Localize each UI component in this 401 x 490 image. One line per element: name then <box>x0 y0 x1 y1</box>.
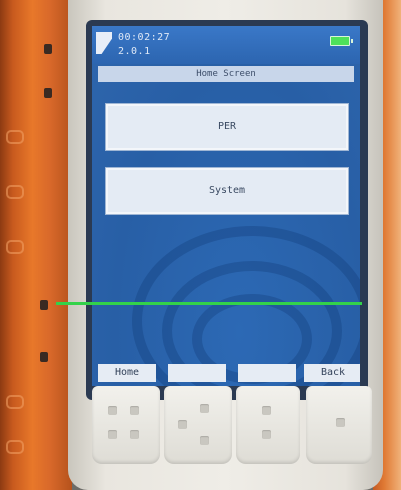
softkey-label-3[interactable] <box>238 364 296 382</box>
system-button[interactable]: System <box>106 168 348 214</box>
casing-ridge <box>6 440 24 454</box>
battery-icon <box>330 36 353 46</box>
casing-ridge <box>6 240 24 254</box>
soft-key-4[interactable] <box>306 386 372 464</box>
casing-indicator <box>44 44 52 54</box>
firmware-version: 2.0.1 <box>118 46 151 57</box>
soft-key-2[interactable] <box>164 386 232 464</box>
status-bar: 00:02:27 2.0.1 <box>92 26 360 64</box>
casing-ridge <box>6 130 24 144</box>
casing-ridge <box>6 395 24 409</box>
softkey-label-2[interactable] <box>168 364 226 382</box>
soft-key-1[interactable] <box>92 386 160 464</box>
casing-indicator <box>40 352 48 362</box>
per-button[interactable]: PER <box>106 104 348 150</box>
softkey-label-home[interactable]: Home <box>98 364 156 382</box>
casing-indicator <box>44 88 52 98</box>
softkey-label-back[interactable]: Back <box>304 364 360 382</box>
soft-key-3[interactable] <box>236 386 300 464</box>
casing-indicator <box>40 300 48 310</box>
casing-ridge <box>6 185 24 199</box>
screen-title: Home Screen <box>98 66 354 82</box>
green-marker-line <box>56 302 362 305</box>
logo-icon <box>96 32 112 54</box>
device-screen: 00:02:27 2.0.1 Home Screen PER System Ho… <box>92 26 360 386</box>
clock-time: 00:02:27 <box>118 32 171 43</box>
device-casing-left <box>0 0 72 490</box>
